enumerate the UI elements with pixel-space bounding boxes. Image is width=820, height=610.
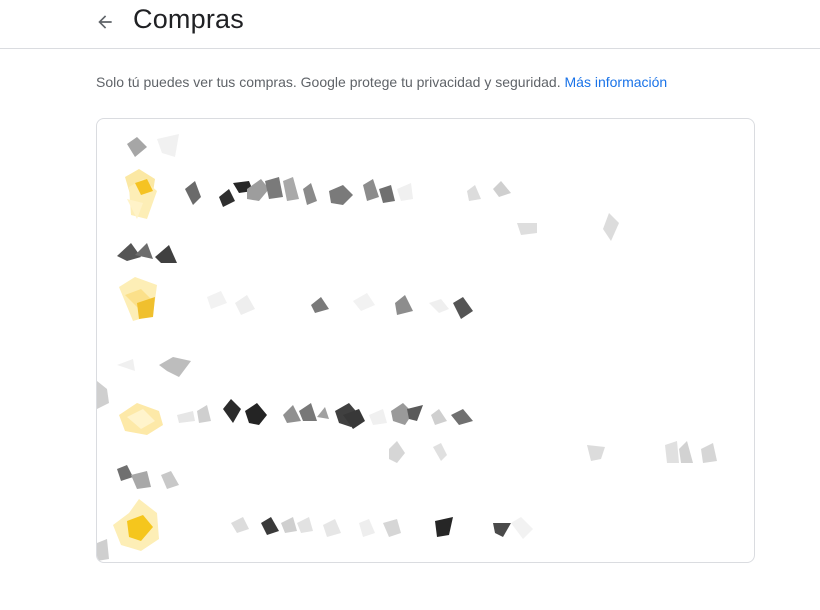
obscured-item-detail [389,441,717,463]
purchases-card [96,118,755,563]
more-info-link[interactable]: Más información [565,74,668,90]
obscured-date-mark [155,245,177,263]
obscured-date-mark [117,359,135,371]
obscured-item-name [231,517,533,539]
privacy-text: Solo tú puedes ver tus compras. Google p… [96,74,561,90]
obscured-date-mark [97,381,109,409]
item-thumbnail [125,169,157,219]
page-header: Compras [0,0,820,49]
obscured-date-mark [157,134,179,157]
purchase-item[interactable] [117,243,473,321]
item-thumbnail [97,499,159,561]
item-thumbnail [119,403,163,435]
purchase-item[interactable] [97,357,717,463]
obscured-item-name [177,399,473,429]
page-title: Compras [133,4,244,34]
obscured-date-mark [117,465,133,481]
privacy-notice: Solo tú puedes ver tus compras. Google p… [96,74,667,90]
obscured-date-mark [117,243,141,261]
back-button[interactable] [92,9,118,35]
obscured-date-mark [161,471,179,489]
obscured-date-mark [131,471,151,489]
obscured-purchase-list [97,134,717,561]
obscured-item-name [207,291,473,319]
obscured-item-name [185,177,511,207]
purchase-item[interactable] [97,465,533,561]
purchase-item[interactable] [125,134,619,241]
obscured-date-mark [127,137,147,157]
obscured-date-mark [159,357,191,377]
obscured-item-detail [517,213,619,241]
item-thumbnail [119,277,157,321]
arrow-left-icon [98,15,112,29]
purchases-page: Compras Solo tú puedes ver tus compras. … [0,0,820,610]
